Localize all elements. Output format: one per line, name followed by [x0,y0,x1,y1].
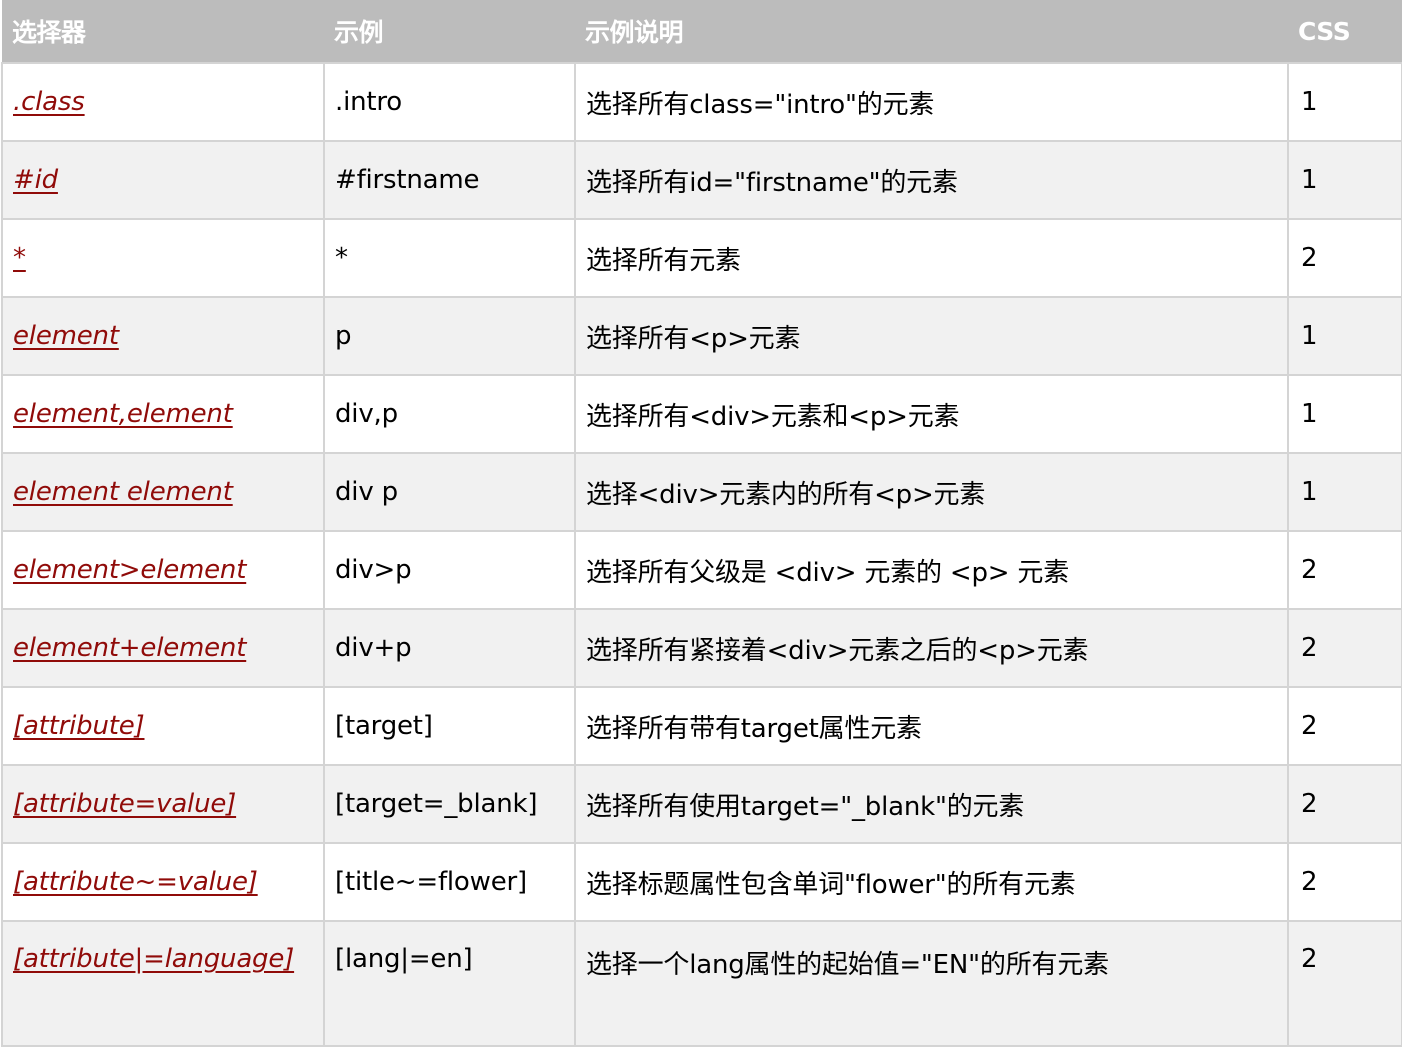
selector-link[interactable]: [attribute~=value] [13,867,258,897]
header-css: CSS [1288,0,1402,63]
selector-link[interactable]: [attribute] [13,711,145,741]
selector-link[interactable]: #id [13,165,58,195]
css-version-cell: 1 [1287,374,1402,454]
selector-link[interactable]: [attribute|=language] [13,944,294,974]
selector-link[interactable]: element+element [13,633,246,663]
selector-cell: [attribute] [1,686,325,766]
selector-cell: [attribute=value] [1,764,325,844]
example-cell: .intro [323,62,576,142]
table-header: 选择器 示例 示例说明 CSS [2,0,1402,63]
selector-cell: element element [1,452,325,532]
selector-link[interactable]: element,element [13,399,233,429]
table-row: [attribute=value] [target=_blank] 选择所有使用… [1,764,1402,844]
selector-cell: [attribute|=language] [1,920,325,1047]
header-example: 示例 [324,0,575,63]
header-description: 示例说明 [575,0,1288,63]
description-cell: 选择所有id="firstname"的元素 [574,140,1289,220]
example-cell: [title~=flower] [323,842,576,922]
example-cell: [lang|=en] [323,920,576,1047]
css-version-cell: 2 [1287,530,1402,610]
description-cell: 选择<div>元素内的所有<p>元素 [574,452,1289,532]
description-cell: 选择所有元素 [574,218,1289,298]
table-row: [attribute~=value] [title~=flower] 选择标题属… [1,842,1402,922]
description-cell: 选择所有<p>元素 [574,296,1289,376]
example-cell: p [323,296,576,376]
selector-cell: element,element [1,374,325,454]
selector-cell: element>element [1,530,325,610]
example-cell: #firstname [323,140,576,220]
description-cell: 选择所有class="intro"的元素 [574,62,1289,142]
table-row: * * 选择所有元素 2 [1,218,1402,298]
css-version-cell: 2 [1287,686,1402,766]
example-cell: [target] [323,686,576,766]
selector-link[interactable]: .class [13,87,85,117]
table-row: .class .intro 选择所有class="intro"的元素 1 [1,62,1402,142]
description-cell: 选择所有使用target="_blank"的元素 [574,764,1289,844]
css-version-cell: 2 [1287,218,1402,298]
css-selectors-table: 选择器 示例 示例说明 CSS .class .intro 选择所有class=… [1,0,1402,1047]
table-row: #id #firstname 选择所有id="firstname"的元素 1 [1,140,1402,220]
example-cell: div>p [323,530,576,610]
css-version-cell: 2 [1287,920,1402,1047]
header-selector: 选择器 [2,0,324,63]
description-cell: 选择所有带有target属性元素 [574,686,1289,766]
table-body: .class .intro 选择所有class="intro"的元素 1 #id… [1,62,1402,1047]
description-cell: 选择所有紧接着<div>元素之后的<p>元素 [574,608,1289,688]
selector-link[interactable]: [attribute=value] [13,789,236,819]
example-cell: div p [323,452,576,532]
example-cell: div,p [323,374,576,454]
selector-link[interactable]: * [13,243,26,273]
example-cell: [target=_blank] [323,764,576,844]
css-version-cell: 1 [1287,296,1402,376]
table-row: element p 选择所有<p>元素 1 [1,296,1402,376]
selector-cell: element+element [1,608,325,688]
selector-link[interactable]: element [13,321,119,351]
table-row: element element div p 选择<div>元素内的所有<p>元素… [1,452,1402,532]
css-version-cell: 2 [1287,842,1402,922]
example-cell: * [323,218,576,298]
description-cell: 选择所有<div>元素和<p>元素 [574,374,1289,454]
table-row: [attribute] [target] 选择所有带有target属性元素 2 [1,686,1402,766]
description-cell: 选择标题属性包含单词"flower"的所有元素 [574,842,1289,922]
table-row: [attribute|=language] [lang|=en] 选择一个lan… [1,920,1402,1047]
selector-cell: .class [1,62,325,142]
selector-cell: #id [1,140,325,220]
css-version-cell: 1 [1287,452,1402,532]
table-row: element+element div+p 选择所有紧接着<div>元素之后的<… [1,608,1402,688]
description-cell: 选择一个lang属性的起始值="EN"的所有元素 [574,920,1289,1047]
table-row: element,element div,p 选择所有<div>元素和<p>元素 … [1,374,1402,454]
description-cell: 选择所有父级是 <div> 元素的 <p> 元素 [574,530,1289,610]
css-version-cell: 1 [1287,62,1402,142]
css-version-cell: 1 [1287,140,1402,220]
css-version-cell: 2 [1287,608,1402,688]
selector-link[interactable]: element>element [13,555,246,585]
example-cell: div+p [323,608,576,688]
selector-cell: * [1,218,325,298]
header-row: 选择器 示例 示例说明 CSS [2,0,1402,63]
css-version-cell: 2 [1287,764,1402,844]
selector-cell: [attribute~=value] [1,842,325,922]
selector-link[interactable]: element element [13,477,233,507]
table-row: element>element div>p 选择所有父级是 <div> 元素的 … [1,530,1402,610]
selector-cell: element [1,296,325,376]
